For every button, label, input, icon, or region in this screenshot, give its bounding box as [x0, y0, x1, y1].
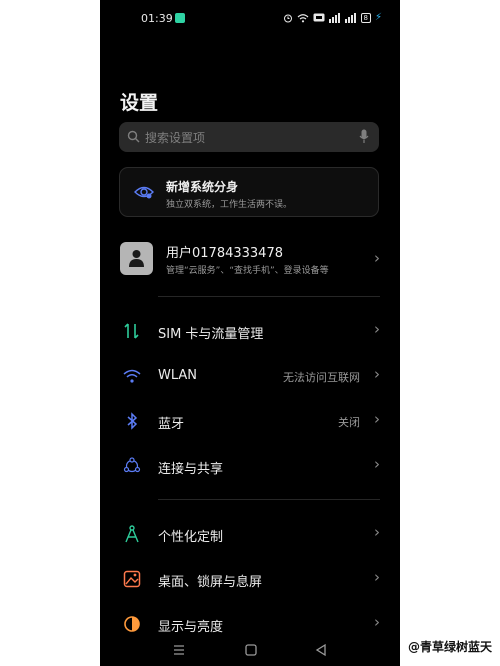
- avatar: [120, 242, 153, 275]
- personalize-icon: [122, 524, 142, 544]
- signal-2-icon: [344, 12, 357, 23]
- search-placeholder: 搜索设置项: [145, 131, 206, 145]
- alarm-icon: [283, 13, 293, 23]
- app-notification-icon: [175, 13, 185, 23]
- item-label: 个性化定制: [158, 530, 224, 545]
- share-icon: [122, 456, 142, 476]
- wifi-icon: [122, 366, 142, 386]
- watermark: @青草绿树蓝天: [407, 640, 492, 654]
- account-name: 用户01784333478: [166, 246, 283, 261]
- status-time: 01:39: [141, 12, 173, 25]
- chevron-right-icon: ›: [374, 249, 380, 267]
- chevron-right-icon: ›: [374, 320, 380, 338]
- item-label: 桌面、锁屏与息屏: [158, 575, 263, 590]
- chevron-right-icon: ›: [374, 410, 380, 428]
- item-label: WLAN: [158, 368, 198, 383]
- bluetooth-icon: [122, 411, 142, 431]
- chevron-right-icon: ›: [374, 523, 380, 541]
- promo-subtitle: 独立双系统，工作生活两不误。: [166, 200, 293, 210]
- chevron-right-icon: ›: [374, 568, 380, 586]
- settings-item-wallpaper[interactable]: 桌面、锁屏与息屏 ›: [100, 559, 400, 599]
- battery-icon: 8: [360, 12, 371, 23]
- item-value: 关闭: [338, 416, 360, 429]
- divider: [158, 296, 380, 297]
- status-bar: 01:39 8 ⚡: [100, 0, 400, 38]
- settings-item-personalization[interactable]: 个性化定制 ›: [100, 514, 400, 554]
- item-label: 连接与共享: [158, 462, 224, 477]
- system-clone-card[interactable]: 新增系统分身 独立双系统，工作生活两不误。: [119, 167, 379, 217]
- settings-item-connection[interactable]: 连接与共享 ›: [100, 446, 400, 486]
- wallpaper-icon: [122, 569, 142, 589]
- item-value: 无法访问互联网: [283, 371, 360, 384]
- settings-item-bluetooth[interactable]: 蓝牙 关闭 ›: [100, 401, 400, 441]
- page-title: 设置: [120, 92, 159, 114]
- promo-title: 新增系统分身: [166, 180, 239, 194]
- account-subtitle: 管理“云服务”、“查找手机”、登录设备等: [166, 266, 329, 276]
- system-clone-icon: [133, 182, 155, 206]
- menu-icon[interactable]: [172, 642, 186, 661]
- item-label: SIM 卡与流量管理: [158, 327, 264, 342]
- settings-item-wlan[interactable]: WLAN 无法访问互联网 ›: [100, 356, 400, 396]
- phone-screen: 01:39 8 ⚡ 设置 搜索设置项 新增系统分身 独立双系统，工作生活两不误。…: [100, 0, 400, 666]
- chevron-right-icon: ›: [374, 365, 380, 383]
- hd-icon: [313, 13, 325, 22]
- charging-icon: ⚡: [374, 12, 382, 23]
- settings-item-sim[interactable]: SIM 卡与流量管理 ›: [100, 311, 400, 351]
- search-icon: [127, 128, 140, 147]
- item-label: 显示与亮度: [158, 620, 224, 635]
- item-label: 蓝牙: [158, 417, 185, 432]
- navigation-bar: [100, 636, 400, 666]
- sim-data-icon: [122, 321, 142, 341]
- divider: [158, 499, 380, 500]
- chevron-right-icon: ›: [374, 455, 380, 473]
- microphone-icon[interactable]: [359, 129, 369, 148]
- wifi-status-icon: [297, 13, 309, 23]
- signal-1-icon: [328, 12, 341, 23]
- status-icons: 8 ⚡: [283, 12, 382, 23]
- chevron-right-icon: ›: [374, 613, 380, 631]
- account-row[interactable]: 用户01784333478 管理“云服务”、“查找手机”、登录设备等 ›: [100, 236, 400, 286]
- back-icon[interactable]: [314, 642, 328, 661]
- home-icon[interactable]: [244, 642, 258, 661]
- search-input[interactable]: 搜索设置项: [119, 122, 379, 152]
- brightness-icon: [122, 614, 142, 634]
